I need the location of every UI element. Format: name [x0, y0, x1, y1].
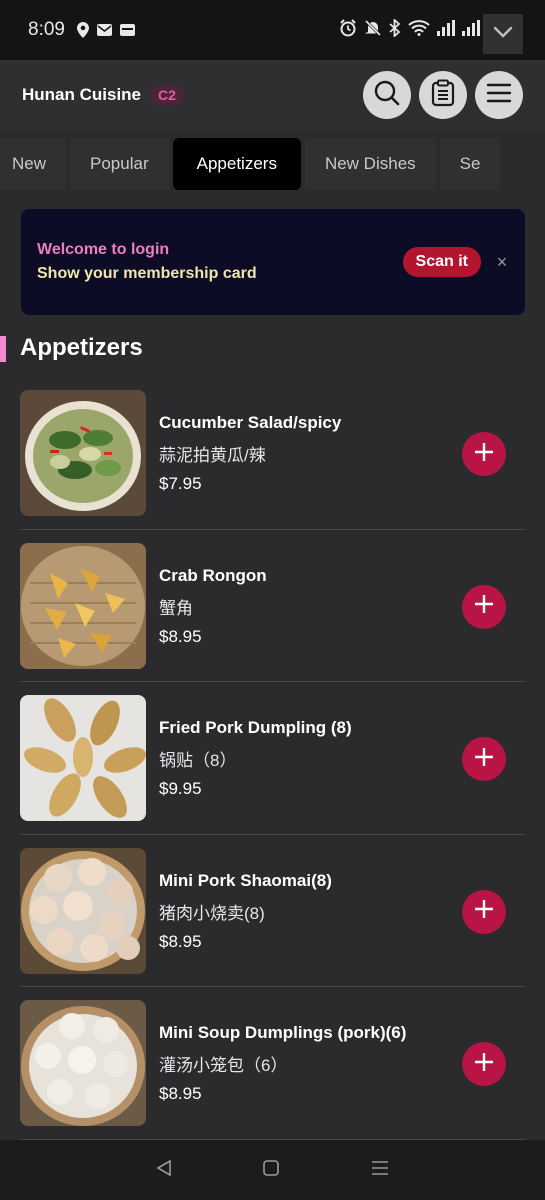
app-header: Hunan Cuisine C2 [0, 60, 545, 130]
item-name: Mini Soup Dumplings (pork)(6) [159, 1023, 407, 1042]
dish-photo-fried-dumpling[interactable] [20, 695, 146, 821]
dish-photo-soup-dumplings[interactable] [20, 1000, 146, 1126]
banner-subtitle: Show your membership card [37, 265, 257, 282]
clipboard-icon [430, 79, 456, 112]
item-price: $8.95 [159, 626, 202, 646]
scan-button[interactable]: Scan it [402, 247, 481, 277]
item-name-chinese: 灌汤小笼包（6） [159, 1056, 288, 1075]
orders-button[interactable] [419, 71, 467, 119]
item-name: Cucumber Salad/spicy [159, 413, 342, 432]
back-icon[interactable] [155, 1159, 173, 1182]
wallet-icon [119, 24, 135, 36]
item-name-chinese: 蒜泥拍黄瓜/辣 [159, 446, 266, 465]
muted-bell-icon [364, 19, 382, 42]
chevron-down-icon [493, 25, 513, 43]
system-navigation-bar [0, 1140, 545, 1200]
menu-item[interactable]: Mini Pork Shaomai(8) 猪肉小烧卖(8) $8.95 [20, 835, 525, 987]
alarm-icon [339, 18, 357, 42]
dish-photo-cucumber-salad[interactable] [20, 390, 146, 516]
add-to-cart-button[interactable] [462, 432, 506, 476]
item-name: Crab Rongon [159, 565, 267, 585]
item-price: $8.95 [159, 931, 202, 951]
menu-item[interactable]: Cucumber Salad/spicy 蒜泥拍黄瓜/辣 $7.95 [20, 377, 525, 530]
signal-icon [437, 19, 455, 41]
status-bar: 8:09 67 [0, 0, 545, 60]
tab-new-dishes[interactable]: New Dishes [304, 138, 436, 190]
signal-icon-2 [462, 19, 480, 41]
menu-button[interactable] [475, 71, 523, 119]
item-price: $9.95 [159, 779, 202, 798]
menu-item[interactable]: Mini Soup Dumplings (pork)(6) 灌汤小笼包（6） $… [20, 987, 525, 1140]
item-name-chinese: 蟹角 [159, 598, 193, 618]
recents-icon[interactable] [370, 1159, 390, 1182]
menu-icon [486, 82, 512, 109]
wifi-icon [408, 19, 430, 41]
search-button[interactable] [363, 71, 411, 119]
plus-icon [473, 1051, 495, 1078]
plus-icon [473, 898, 495, 925]
store-badge: C2 [151, 85, 183, 105]
tab-appetizers[interactable]: Appetizers [172, 138, 301, 190]
category-tabs: New Popular Appetizers New Dishes Se [0, 130, 545, 198]
section-title: Appetizers [20, 334, 143, 361]
bluetooth-icon [389, 17, 401, 42]
menu-item-list: Cucumber Salad/spicy 蒜泥拍黄瓜/辣 $7.95 Crab … [20, 377, 525, 1140]
item-name-chinese: 锅贴（8） [159, 751, 237, 770]
item-name-chinese: 猪肉小烧卖(8) [159, 903, 265, 923]
plus-icon [473, 593, 495, 620]
item-name: Fried Pork Dumpling (8) [159, 718, 352, 737]
status-time: 8:09 [28, 19, 65, 40]
add-to-cart-button[interactable] [462, 737, 506, 781]
banner-title: Welcome to login [37, 241, 170, 258]
membership-banner: Welcome to login Show your membership ca… [21, 209, 525, 315]
dish-photo-crab-rangoon[interactable] [20, 542, 146, 669]
location-icon [76, 22, 89, 38]
add-to-cart-button[interactable] [462, 584, 506, 629]
item-price: $8.95 [159, 1084, 202, 1103]
add-to-cart-button[interactable] [462, 1042, 506, 1086]
plus-icon [473, 441, 495, 468]
home-icon[interactable] [262, 1159, 280, 1182]
menu-item[interactable]: Fried Pork Dumpling (8) 锅贴（8） $9.95 [20, 682, 525, 835]
item-price: $7.95 [159, 474, 202, 493]
expand-categories-button[interactable] [483, 14, 523, 54]
tab-partial[interactable]: Se [439, 138, 501, 190]
menu-item[interactable]: Crab Rongon 蟹角 $8.95 [20, 530, 525, 682]
section-accent-bar [0, 336, 6, 362]
mail-icon [96, 24, 112, 36]
dish-photo-shaomai[interactable] [20, 847, 146, 974]
add-to-cart-button[interactable] [462, 889, 506, 934]
tab-new[interactable]: New [0, 138, 67, 190]
search-icon [373, 79, 401, 112]
store-name: Hunan Cuisine [22, 85, 142, 104]
plus-icon [473, 746, 495, 773]
item-name: Mini Pork Shaomai(8) [159, 870, 332, 890]
tab-popular[interactable]: Popular [70, 138, 169, 190]
banner-close-button[interactable]: × [495, 252, 509, 273]
